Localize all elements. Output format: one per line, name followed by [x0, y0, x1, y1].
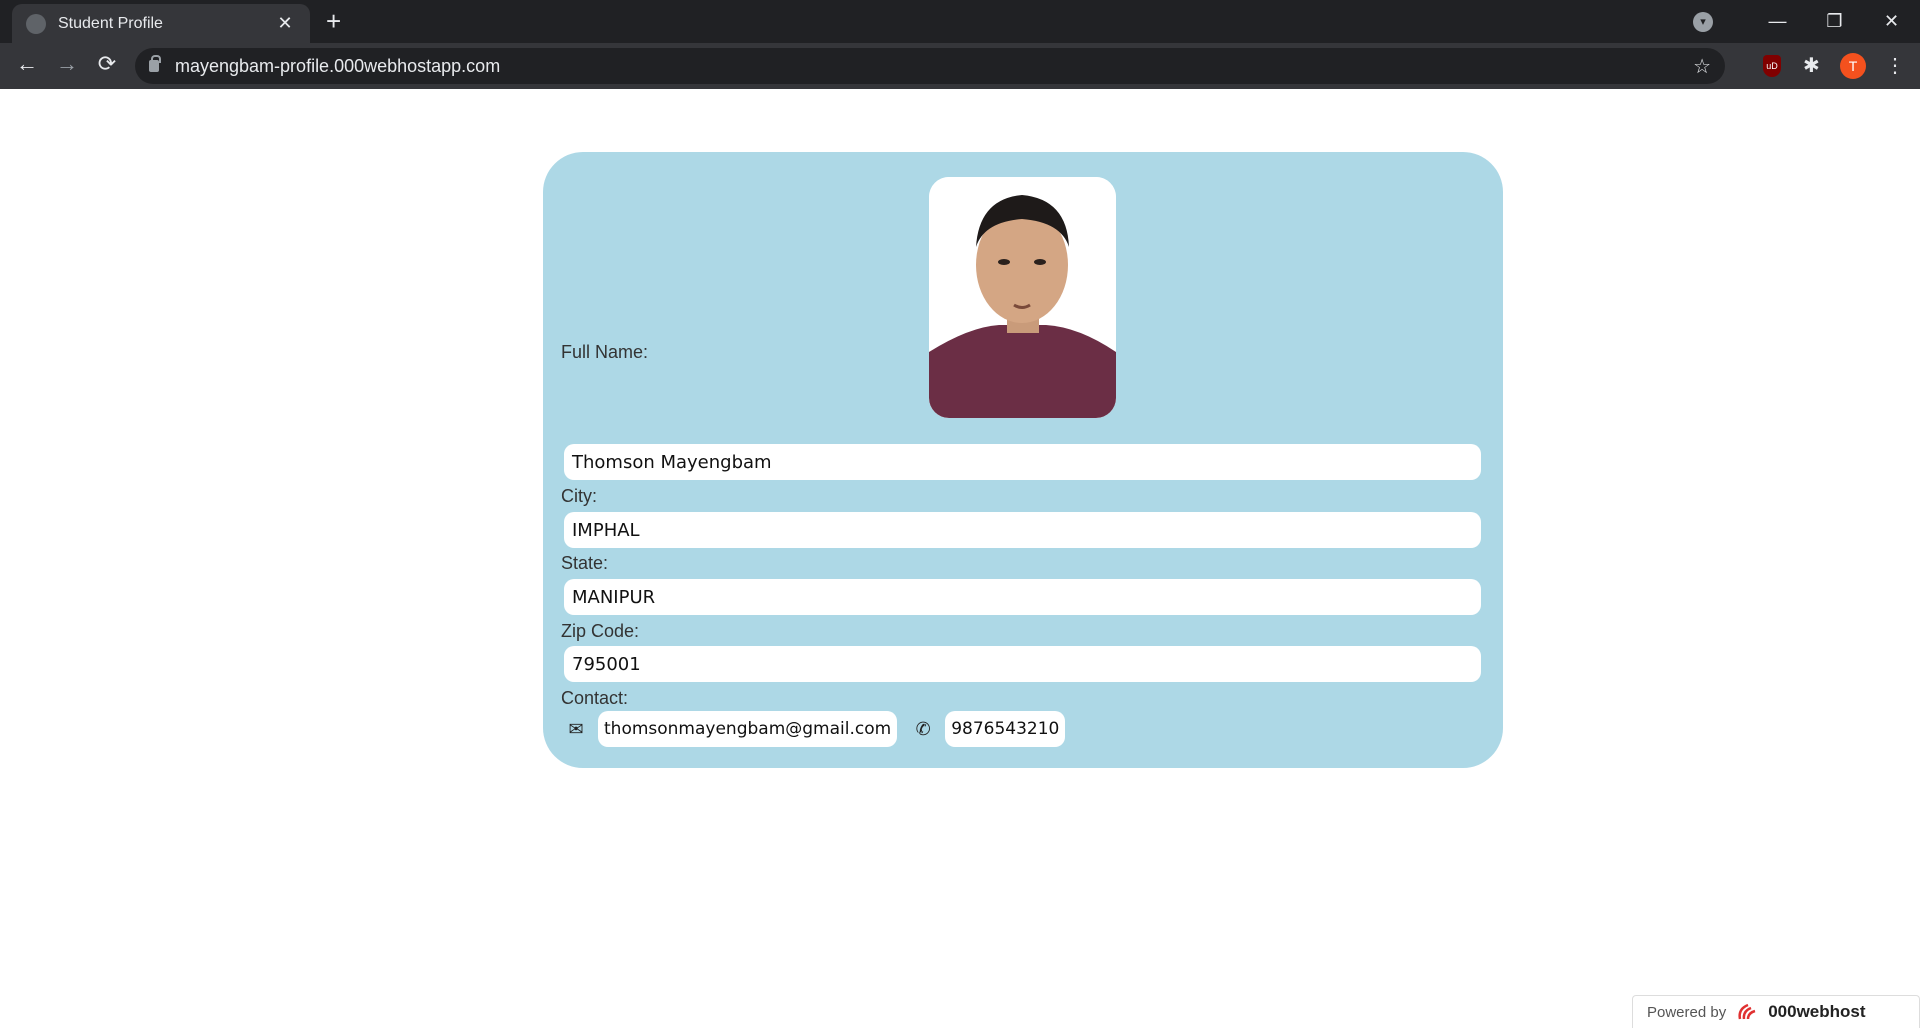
new-tab-button[interactable]: +: [326, 8, 341, 34]
tab-close-icon[interactable]: ✕: [274, 13, 296, 34]
profile-avatar[interactable]: T: [1840, 53, 1866, 79]
bookmark-star-icon[interactable]: ☆: [1693, 54, 1711, 79]
close-window-button[interactable]: ✕: [1863, 11, 1920, 32]
browser-toolbar: ← → ⟳ mayengbam-profile.000webhostapp.co…: [0, 43, 1920, 89]
webhost-brand-name: 000webhost: [1768, 1002, 1866, 1021]
url-text[interactable]: mayengbam-profile.000webhostapp.com: [175, 56, 1693, 77]
extensions-puzzle-icon[interactable]: ✱: [1803, 53, 1820, 78]
zip-code-label: Zip Code:: [561, 621, 640, 641]
profile-card: Full Name: Thomson Mayengbam City: IMPHA…: [543, 152, 1503, 768]
restore-button[interactable]: ❐: [1806, 11, 1863, 32]
browser-menu-icon[interactable]: ⋮: [1885, 53, 1905, 78]
state-field[interactable]: MANIPUR: [564, 579, 1481, 615]
envelope-icon: ✉: [568, 718, 584, 739]
lock-icon[interactable]: [149, 55, 161, 72]
tab-search-icon[interactable]: ▾: [1693, 11, 1713, 32]
city-label: City:: [561, 486, 597, 506]
powered-by-badge[interactable]: Powered by 000webhost: [1632, 995, 1920, 1028]
city-field[interactable]: IMPHAL: [564, 512, 1481, 548]
powered-by-text: Powered by: [1647, 1003, 1727, 1021]
reload-button[interactable]: ⟳: [92, 51, 122, 77]
full-name-field[interactable]: Thomson Mayengbam: [564, 444, 1481, 480]
browser-tab-bar: Student Profile ✕ + ▾ — ❐ ✕: [0, 0, 1920, 43]
webhost-logo-icon: [1738, 1003, 1756, 1020]
email-field[interactable]: thomsonmayengbam@gmail.com: [598, 711, 898, 747]
back-button[interactable]: ←: [12, 51, 42, 77]
forward-button[interactable]: →: [52, 51, 82, 77]
contact-row: ✉ thomsonmayengbam@gmail.com ✆ 987654321…: [564, 711, 1079, 747]
window-controls: ▾ — ❐ ✕: [1693, 0, 1920, 43]
profile-photo: [929, 177, 1116, 418]
browser-tab[interactable]: Student Profile ✕: [12, 4, 310, 43]
globe-icon: [26, 13, 46, 34]
profile-photo-illustration: [929, 177, 1116, 418]
contact-label: Contact:: [561, 688, 629, 708]
zip-code-field[interactable]: 795001: [564, 646, 1481, 682]
tab-title: Student Profile: [58, 14, 163, 32]
phone-icon: ✆: [915, 718, 931, 739]
state-label: State:: [561, 553, 609, 573]
address-bar[interactable]: mayengbam-profile.000webhostapp.com ☆: [135, 48, 1725, 84]
full-name-label: Full Name:: [561, 342, 649, 362]
phone-field[interactable]: 9876543210: [945, 711, 1066, 747]
ublock-extension-icon[interactable]: uD: [1763, 55, 1781, 77]
minimize-button[interactable]: —: [1749, 11, 1806, 32]
